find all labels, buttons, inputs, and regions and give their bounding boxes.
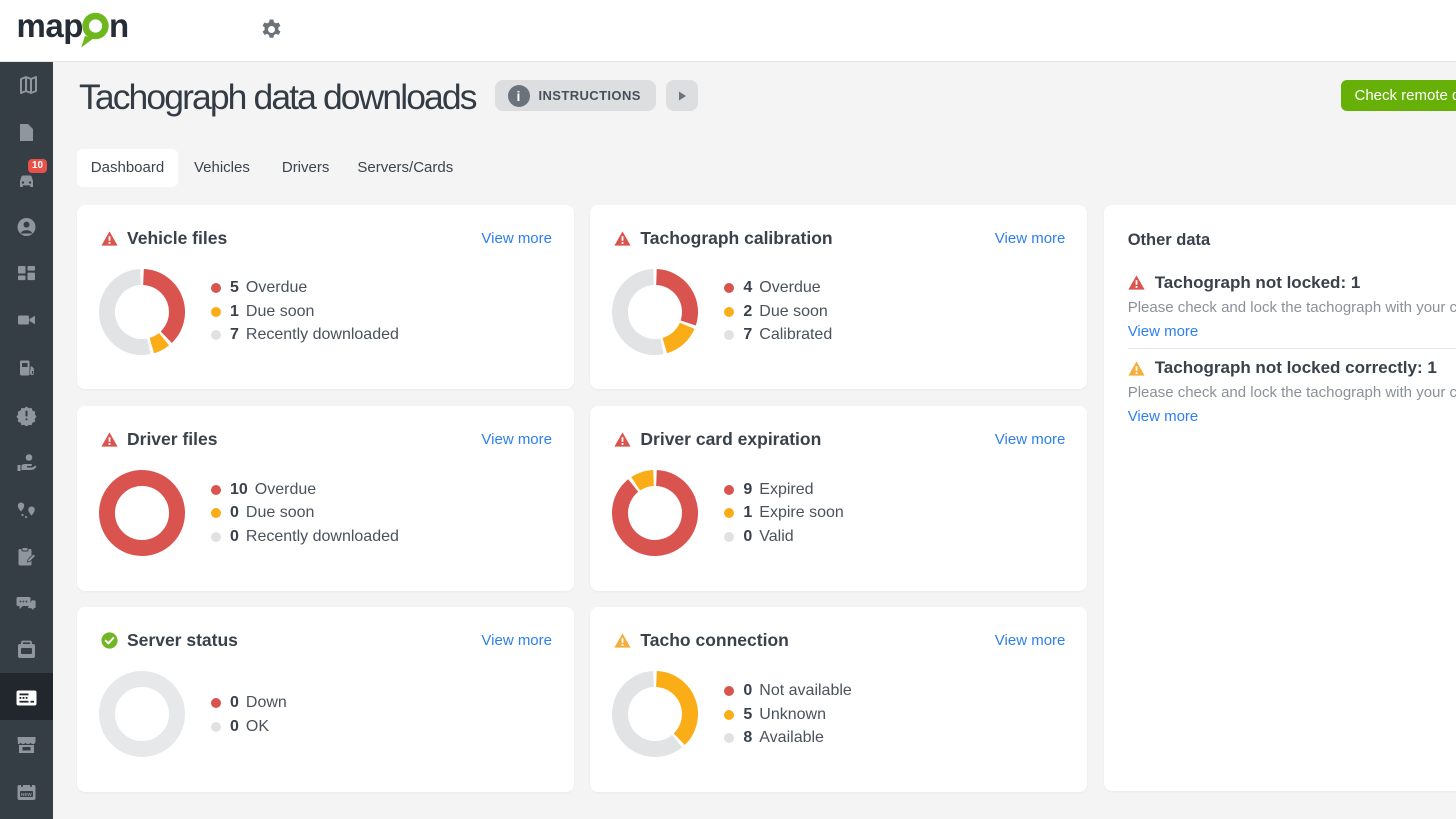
svg-text:NEW: NEW [21,791,32,796]
svg-text:map: map [18,7,83,44]
svg-text:n: n [109,7,129,44]
